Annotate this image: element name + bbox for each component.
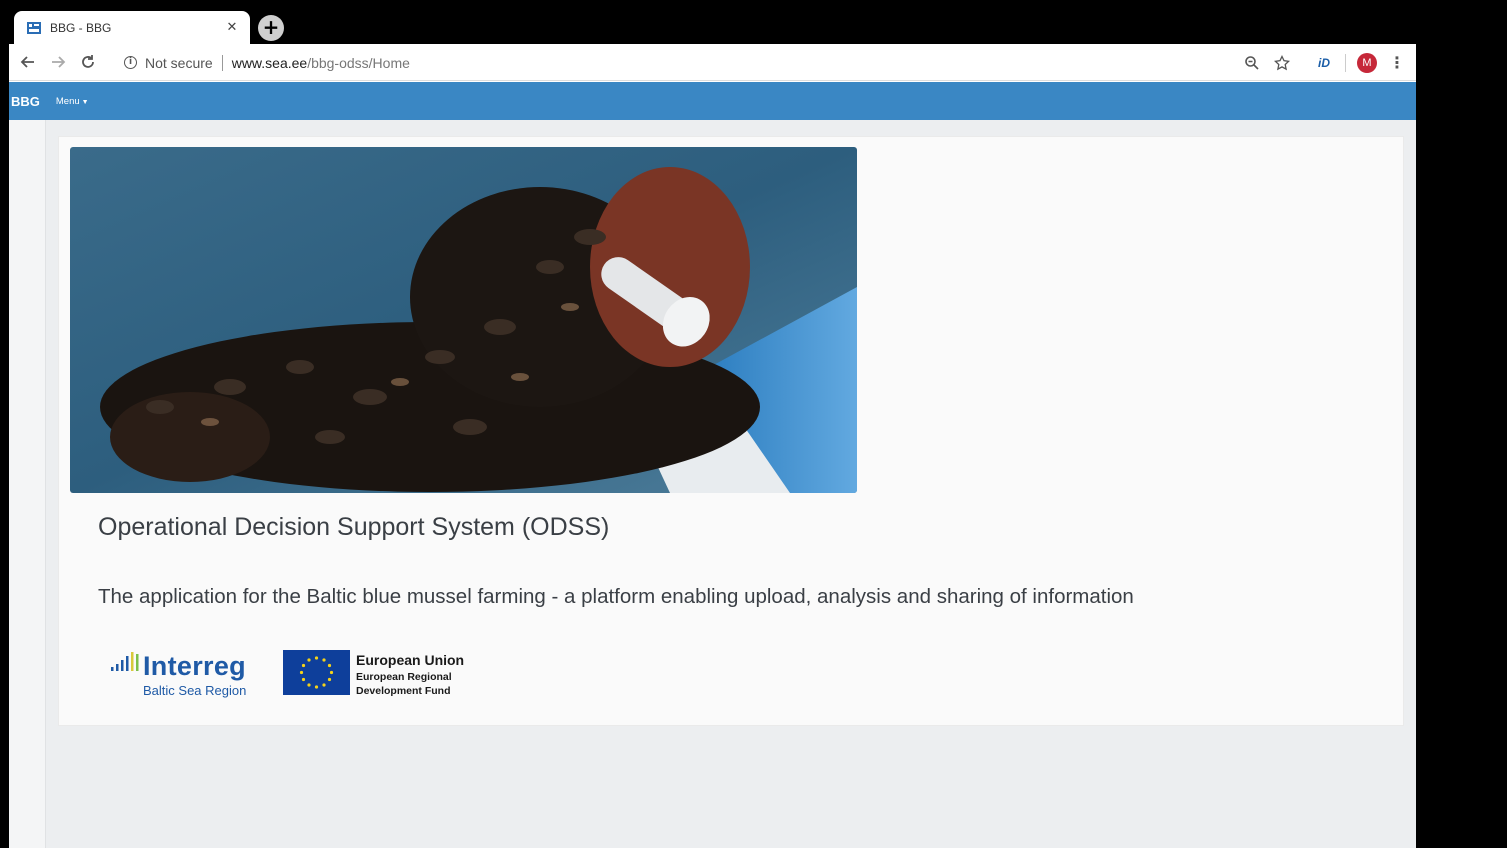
eu-name: European Union: [356, 652, 465, 668]
left-rail: [9, 120, 46, 848]
id-extension-button[interactable]: iD: [1309, 48, 1339, 78]
zoom-button[interactable]: [1237, 48, 1267, 78]
tab-title: BBG - BBG: [50, 20, 112, 35]
info-icon[interactable]: i: [124, 56, 137, 69]
arrow-left-icon: [20, 56, 34, 68]
eu-flag-icon: [283, 650, 350, 695]
tab-strip: BBG - BBG ✕ +: [9, 5, 1416, 44]
bbg-flag-icon: [27, 21, 41, 34]
eu-fund-line1: European Regional: [356, 671, 452, 683]
back-button[interactable]: [13, 47, 43, 77]
menu-dropdown[interactable]: Menu ▼: [56, 96, 89, 107]
menu-label: Menu: [55, 95, 80, 107]
browser-toolbar: i Not secure www.sea.ee /bbg-odss/Home i…: [9, 44, 1416, 81]
forward-button[interactable]: [43, 47, 73, 77]
avatar: M: [1357, 52, 1377, 73]
brand-link[interactable]: BBG: [11, 94, 40, 109]
app-navbar: BBG Menu ▼: [9, 82, 1416, 120]
interreg-name: Interreg: [143, 651, 246, 681]
caret-down-icon: ▼: [81, 98, 89, 106]
browser-tab[interactable]: BBG - BBG ✕: [14, 11, 250, 44]
new-tab-button[interactable]: +: [258, 15, 284, 41]
eu-fund-line2: Development Fund: [356, 685, 451, 697]
more-vert-icon: ⋮: [1389, 52, 1405, 72]
arrow-right-icon: [52, 56, 66, 68]
profile-button[interactable]: M: [1352, 48, 1382, 78]
zoom-out-icon: [1245, 55, 1259, 70]
hero-image: [70, 147, 857, 493]
url-path: /bbg-odss/Home: [307, 54, 410, 71]
reload-button[interactable]: [73, 47, 103, 77]
signal-bars-icon: [111, 652, 139, 671]
reload-icon: [82, 55, 94, 68]
interreg-region: Baltic Sea Region: [143, 683, 247, 698]
browser-menu-button[interactable]: ⋮: [1382, 48, 1412, 78]
address-separator: [221, 54, 223, 71]
close-tab-icon[interactable]: ✕: [224, 20, 240, 35]
toolbar-actions: iD M ⋮: [1237, 44, 1416, 81]
url-host: www.sea.ee: [231, 54, 308, 71]
address-bar[interactable]: i Not secure www.sea.ee /bbg-odss/Home: [114, 48, 1339, 77]
page-content: Operational Decision Support System (ODS…: [9, 120, 1416, 848]
id-extension-icon: iD: [1318, 55, 1330, 70]
eu-logo: European Union European Regional Develop…: [283, 650, 483, 700]
bookmark-button[interactable]: [1267, 48, 1297, 78]
page-title: Operational Decision Support System (ODS…: [98, 513, 610, 541]
home-panel: Operational Decision Support System (ODS…: [58, 136, 1404, 726]
toolbar-divider: [1345, 53, 1346, 72]
star-icon: [1274, 54, 1290, 70]
interreg-logo: Interreg Baltic Sea Region: [109, 647, 261, 702]
page-subtitle: The application for the Baltic blue muss…: [98, 585, 1134, 608]
browser-window: BBG - BBG ✕ + i Not secure www.sea.ee /b…: [9, 5, 1416, 848]
security-label: Not secure: [145, 54, 213, 71]
